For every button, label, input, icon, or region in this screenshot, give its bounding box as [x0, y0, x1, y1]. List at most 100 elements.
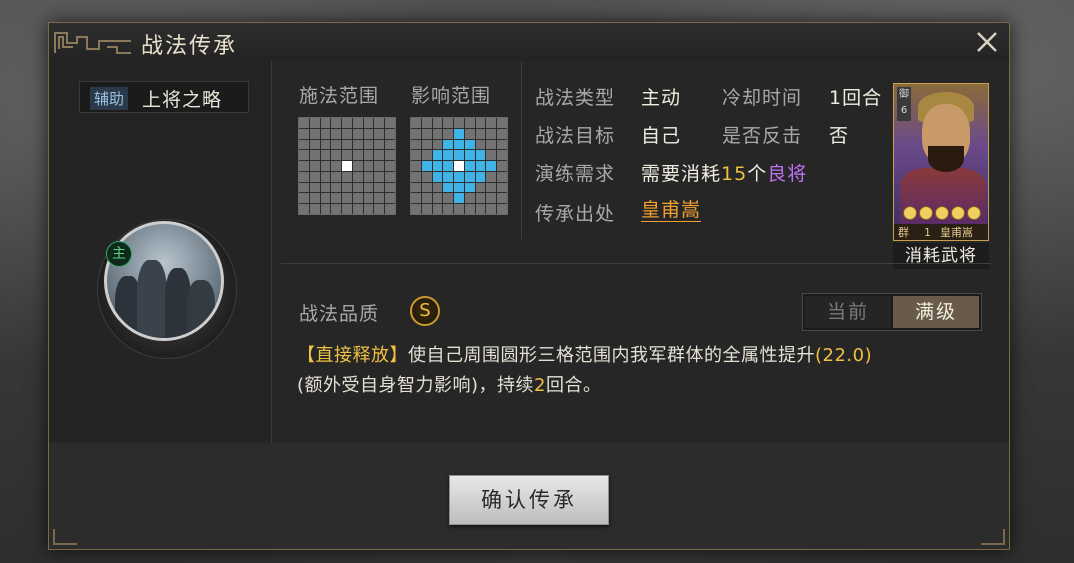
grid-cell: [454, 193, 464, 204]
origin-general-link[interactable]: 皇甫嵩: [641, 199, 702, 222]
grid-cell: [363, 118, 374, 128]
skill-type-tag: 辅助: [90, 87, 129, 110]
dialog-footer: 确认传承: [49, 443, 1009, 549]
divider: [521, 61, 522, 239]
grid-cell: [486, 204, 497, 214]
grid-cell: [421, 161, 432, 171]
grid-cell: [374, 128, 385, 139]
grid-cell: [464, 150, 475, 161]
train-prefix: 需要消耗: [641, 163, 722, 185]
grid-cell: [342, 182, 352, 193]
grid-cell: [464, 139, 475, 150]
grid-cell: [464, 118, 475, 128]
general-stars: [898, 206, 986, 222]
grid-cell: [421, 118, 432, 128]
grid-cell: [363, 182, 374, 193]
grid-cell: [352, 193, 363, 204]
grid-cell: [411, 182, 421, 193]
grid-cell: [352, 118, 363, 128]
corner-ornament: [981, 529, 1005, 545]
grid-cell: [299, 182, 309, 193]
grid-cell: [374, 150, 385, 161]
grid-cell: [475, 182, 486, 193]
grid-cell: [443, 161, 454, 171]
grid-cell: [497, 161, 507, 171]
grid-cell: [352, 128, 363, 139]
grid-cell: [475, 204, 486, 214]
general-name: 皇甫嵩: [940, 226, 973, 239]
grid-cell: [411, 171, 421, 182]
general-cost: 御6: [897, 87, 911, 121]
effect-range-label: 影响范围: [411, 85, 492, 107]
grid-cell: [385, 139, 395, 150]
star-icon: [935, 206, 949, 220]
grid-cell: [497, 118, 507, 128]
grid-cell: [432, 204, 443, 214]
grid-cell: [299, 128, 309, 139]
grid-cell: [320, 161, 331, 171]
grid-cell: [320, 171, 331, 182]
grid-cell: [497, 128, 507, 139]
grid-cell: [432, 128, 443, 139]
grid-cell: [309, 128, 320, 139]
grid-cell: [331, 171, 342, 182]
grid-cell: [497, 150, 507, 161]
grid-cell: [443, 204, 454, 214]
grid-cell: [374, 204, 385, 214]
skill-summary-panel: 辅助 上将之略 主: [49, 61, 272, 443]
grid-cell: [454, 204, 464, 214]
grid-cell: [464, 171, 475, 182]
close-button[interactable]: [973, 28, 1001, 56]
grid-cell: [374, 139, 385, 150]
grid-cell: [385, 193, 395, 204]
general-card[interactable]: 御6 群 1 皇甫嵩 消耗武将: [893, 83, 989, 269]
grid-cell: [432, 171, 443, 182]
grid-cell: [486, 171, 497, 182]
grid-cell: [374, 193, 385, 204]
grid-cell: [363, 204, 374, 214]
grid-cell: [374, 182, 385, 193]
description-text2: (额外受自身智力影响)，持续: [297, 375, 535, 396]
grid-cell: [454, 128, 464, 139]
title-ornament-icon: [54, 32, 131, 54]
grid-cell: [454, 139, 464, 150]
toggle-current-button[interactable]: 当前: [805, 296, 891, 328]
grid-cell: [411, 193, 421, 204]
skill-target-label: 战法目标: [535, 125, 616, 147]
grid-cell: [486, 139, 497, 150]
star-icon: [903, 206, 917, 220]
train-requirement-label: 演练需求: [535, 163, 616, 185]
grid-cell: [320, 118, 331, 128]
star-icon: [967, 206, 981, 220]
grid-cell: [486, 182, 497, 193]
grid-cell: [331, 118, 342, 128]
grid-cell: [411, 139, 421, 150]
grid-cell: [421, 171, 432, 182]
grid-cell: [299, 193, 309, 204]
effect-range-grid: [410, 117, 508, 215]
toggle-max-button[interactable]: 满级: [893, 296, 979, 328]
grid-cell: [385, 204, 395, 214]
counter-value: 否: [829, 125, 850, 147]
general-portrait: 御6 群 1 皇甫嵩: [893, 83, 989, 241]
grid-cell: [320, 128, 331, 139]
grid-cell: [320, 150, 331, 161]
grid-cell: [299, 171, 309, 182]
grid-cell: [331, 139, 342, 150]
grid-cell: [309, 118, 320, 128]
grid-cell: [331, 193, 342, 204]
grid-cell: [352, 171, 363, 182]
grid-cell: [475, 171, 486, 182]
grid-cell: [320, 204, 331, 214]
grid-cell: [432, 182, 443, 193]
grid-cell: [486, 150, 497, 161]
skill-type-label: 战法类型: [535, 87, 616, 109]
description-text3: 回合。: [546, 375, 602, 396]
grid-cell: [363, 139, 374, 150]
general-info-bar: 群 1 皇甫嵩: [894, 224, 988, 240]
title-bar: 战法传承: [49, 23, 1009, 62]
confirm-inherit-button[interactable]: 确认传承: [449, 475, 609, 525]
cooldown-value: 1回合: [829, 87, 883, 109]
grid-cell: [342, 139, 352, 150]
grid-cell: [299, 161, 309, 171]
